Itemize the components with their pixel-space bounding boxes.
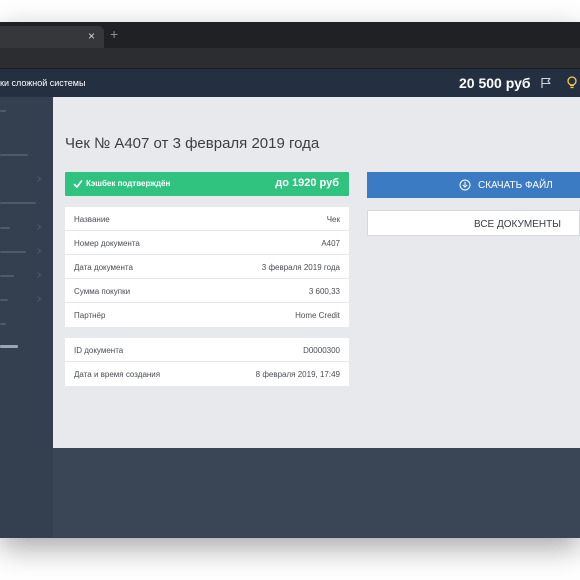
detail-value: Чек bbox=[326, 215, 340, 224]
detail-value: А407 bbox=[321, 239, 340, 248]
all-documents-button[interactable]: ВСЕ ДОКУМЕНТЫ bbox=[367, 210, 580, 236]
detail-row: Номер документа А407 bbox=[65, 231, 349, 255]
detail-row: Сумма покупки 3 600,33 bbox=[65, 279, 349, 303]
sidebar-item-placeholder[interactable] bbox=[0, 275, 14, 277]
flag-icon[interactable] bbox=[540, 77, 552, 89]
sidebar-item-placeholder[interactable] bbox=[0, 154, 28, 156]
meta-value: 8 февраля 2019, 17:49 bbox=[255, 370, 340, 379]
sidebar-item-placeholder[interactable] bbox=[0, 227, 10, 229]
detail-label: Название bbox=[74, 215, 110, 224]
meta-label: Дата и время создания bbox=[74, 370, 161, 379]
browser-window: × + ки сложной системы 20 500 руб Чек № … bbox=[0, 22, 580, 538]
detail-label: Партнёр bbox=[74, 311, 106, 320]
chevron-right-icon bbox=[37, 248, 42, 254]
all-documents-label: ВСЕ ДОКУМЕНТЫ bbox=[474, 219, 562, 230]
detail-row: Партнёр Home Credit bbox=[65, 303, 349, 327]
download-file-label: СКАЧАТЬ ФАЙЛ bbox=[478, 180, 553, 191]
app-header: ки сложной системы 20 500 руб bbox=[0, 69, 580, 97]
check-icon bbox=[73, 180, 83, 188]
sidebar-item-placeholder[interactable] bbox=[0, 202, 36, 204]
sidebar-item-placeholder[interactable] bbox=[0, 110, 6, 112]
download-file-button[interactable]: СКАЧАТЬ ФАЙЛ bbox=[367, 172, 580, 198]
detail-label: Номер документа bbox=[74, 239, 140, 248]
detail-value: Home Credit bbox=[295, 311, 340, 320]
chevron-right-icon bbox=[37, 176, 42, 182]
balance-amount[interactable]: 20 500 руб bbox=[459, 75, 531, 91]
browser-toolbar bbox=[0, 48, 580, 69]
page-title: Чек № А407 от 3 февраля 2019 года bbox=[65, 135, 320, 152]
chevron-right-icon bbox=[37, 224, 42, 230]
document-meta-card: ID документа D0000300 Дата и время созда… bbox=[65, 338, 349, 386]
sidebar-item-placeholder[interactable] bbox=[0, 323, 6, 325]
meta-row: ID документа D0000300 bbox=[65, 338, 349, 362]
browser-tab-bar: × + bbox=[0, 22, 580, 48]
detail-value: 3 600,33 bbox=[308, 287, 340, 296]
meta-row: Дата и время создания 8 февраля 2019, 17… bbox=[65, 362, 349, 386]
new-tab-icon[interactable]: + bbox=[110, 27, 118, 41]
detail-row: Название Чек bbox=[65, 207, 349, 231]
detail-label: Сумма покупки bbox=[74, 287, 131, 296]
lightbulb-icon[interactable] bbox=[566, 76, 578, 90]
chevron-right-icon bbox=[37, 272, 42, 278]
main-content: Чек № А407 от 3 февраля 2019 года Кэшбек… bbox=[53, 97, 580, 448]
sidebar-item-active[interactable] bbox=[0, 345, 18, 348]
app-title: ки сложной системы bbox=[0, 78, 86, 88]
sidebar bbox=[0, 97, 53, 538]
meta-label: ID документа bbox=[74, 346, 124, 355]
cashback-label: Кэшбек подтверждён bbox=[86, 179, 171, 188]
download-circle-icon bbox=[459, 179, 471, 191]
detail-label: Дата документа bbox=[74, 263, 133, 272]
tab-close-icon[interactable]: × bbox=[88, 29, 95, 43]
cashback-amount: до 1920 руб bbox=[275, 177, 339, 189]
document-details-card: Название Чек Номер документа А407 Дата д… bbox=[65, 207, 349, 327]
browser-tab[interactable]: × bbox=[0, 26, 104, 48]
meta-value: D0000300 bbox=[303, 346, 340, 355]
detail-value: 3 февраля 2019 года bbox=[261, 263, 340, 272]
chevron-right-icon bbox=[37, 296, 42, 302]
cashback-status-banner: Кэшбек подтверждён до 1920 руб bbox=[65, 172, 349, 196]
sidebar-item-placeholder[interactable] bbox=[0, 299, 8, 301]
sidebar-item-placeholder[interactable] bbox=[0, 251, 26, 253]
detail-row: Дата документа 3 февраля 2019 года bbox=[65, 255, 349, 279]
